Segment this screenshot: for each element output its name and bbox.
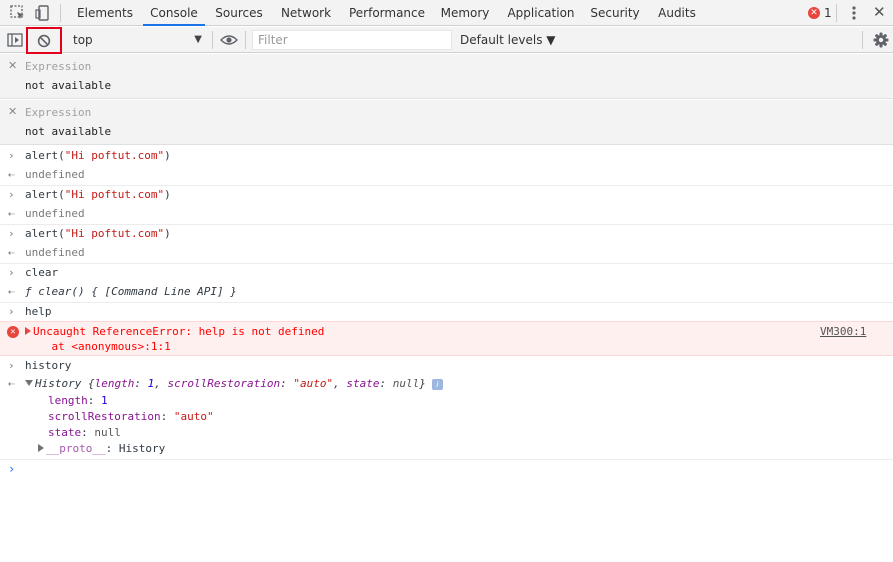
devtools-tab-bar: Elements Console Sources Network Perform… [0,0,893,26]
error-source-link[interactable]: VM300:1 [820,325,866,338]
object-property: scrollRestoration: "auto" [48,410,214,423]
console-input-line: › help [0,302,893,321]
result-arrow-icon: ⇠ [8,207,15,220]
input-chevron-icon: › [8,305,15,318]
inspect-element-icon[interactable] [9,4,27,22]
live-expression[interactable]: ✕ Expression not available [0,54,893,99]
console-input-line: › alert("Hi poftut.com") [0,185,893,204]
result-arrow-icon: ⇠ [8,168,15,181]
object-property-proto[interactable]: __proto__: History [0,441,893,457]
input-chevron-icon: › [8,149,15,162]
console-error-message: ✕ Uncaught ReferenceError: help is not d… [0,321,893,356]
tab-console[interactable]: Console [143,0,205,26]
input-chevron-icon: › [8,188,15,201]
close-icon[interactable]: ✕ [8,59,17,72]
error-text: Uncaught ReferenceError: help is not def… [33,325,325,338]
console-input-line: › alert("Hi poftut.com") [0,224,893,243]
console-result-line[interactable]: ⇠ ƒ clear() { [Command Line API] } [0,282,893,301]
console-input-line: › clear [0,263,893,282]
object-property: state: null [48,426,121,439]
device-toolbar-icon[interactable] [34,4,52,22]
filter-input[interactable] [252,30,452,50]
console-result-line: ⇠ undefined [0,204,893,223]
tab-network[interactable]: Network [275,0,337,26]
console-result-line: ⇠ undefined [0,243,893,262]
tab-audits[interactable]: Audits [652,0,702,26]
more-options-icon[interactable] [846,4,862,22]
log-levels-dropdown[interactable]: Default levels ▼ [460,27,556,53]
object-property: length: 1 [48,394,108,407]
tab-security[interactable]: Security [586,0,644,26]
expand-triangle-icon[interactable] [25,327,31,335]
tab-performance[interactable]: Performance [344,0,430,26]
live-expression[interactable]: ✕ Expression not available [0,100,893,145]
console-input-line: › history [0,356,893,375]
tab-sources[interactable]: Sources [209,0,269,26]
expand-triangle-icon[interactable] [38,444,44,452]
info-icon[interactable]: i [431,379,443,390]
expression-name[interactable]: Expression [25,60,91,73]
eye-icon[interactable] [220,33,238,47]
tab-memory[interactable]: Memory [434,0,496,26]
error-icon: ✕ [7,326,19,338]
collapse-triangle-icon[interactable] [25,380,33,386]
console-input-line: › alert("Hi poftut.com") [0,146,893,165]
error-icon: ✕ [808,7,820,19]
context-label: top [73,33,93,47]
close-icon[interactable]: ✕ [873,3,886,21]
settings-gear-icon[interactable] [873,32,889,48]
console-toolbar: top ▼ Default levels ▼ [0,27,893,54]
result-arrow-icon: ⇠ [8,285,15,298]
clear-console-button[interactable] [26,27,62,54]
tab-elements[interactable]: Elements [72,0,138,26]
error-stack: at <anonymous>:1:1 [25,340,171,353]
execution-context-select[interactable]: top ▼ [66,27,208,53]
expression-name[interactable]: Expression [25,106,91,119]
expression-value: not available [25,79,112,92]
prompt-chevron-icon[interactable]: › [8,462,15,476]
expression-value: not available [25,125,112,138]
result-arrow-icon: ⇠ [8,246,15,259]
console-result-line[interactable]: ⇠ History {length: 1, scrollRestoration:… [0,376,893,392]
sidebar-toggle-icon[interactable] [7,33,23,47]
input-chevron-icon: › [8,359,15,372]
error-counter[interactable]: ✕ 1 [808,4,832,22]
tab-application[interactable]: Application [502,0,580,26]
close-icon[interactable]: ✕ [8,105,17,118]
input-chevron-icon: › [8,266,15,279]
chevron-down-icon: ▼ [194,34,202,45]
console-result-line: ⇠ undefined [0,165,893,184]
input-chevron-icon: › [8,227,15,240]
result-arrow-icon: ⇠ [8,377,15,390]
error-count-text: 1 [824,6,832,20]
clear-console-icon [37,34,51,47]
